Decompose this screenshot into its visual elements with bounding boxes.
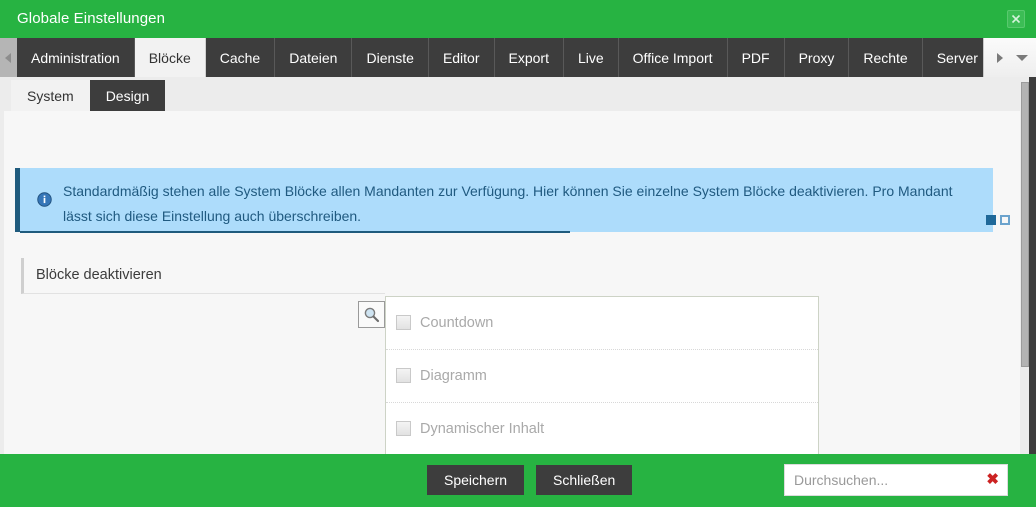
triangle-right-icon[interactable] [997,53,1003,63]
search-input[interactable] [785,465,975,495]
tab-label: Live [577,49,604,66]
list-item-label: Dynamischer Inhalt [420,421,544,437]
tab-label: Dateien [289,49,338,66]
close-button[interactable]: Schließen [536,465,633,495]
list-item-label: Countdown [420,315,493,331]
tab-proxy[interactable]: Proxy [784,38,850,77]
tab-editor[interactable]: Editor [428,38,495,77]
settings-window: Globale Einstellungen Administration Blö… [0,0,1036,507]
tab-label: PDF [741,49,770,66]
triangle-left-icon [5,53,11,63]
tab-administration[interactable]: Administration [17,38,135,77]
tab-label: Rechte [863,49,908,66]
close-window-button[interactable] [1007,10,1025,28]
info-banner-pager [986,215,1010,225]
info-banner-content: Standardmäßig stehen alle System Blöcke … [15,168,993,232]
info-banner-text: Standardmäßig stehen alle System Blöcke … [63,183,953,224]
tab-label: Administration [31,49,120,66]
tabstrip-overflow [983,38,1036,77]
info-circle-icon [37,192,52,207]
blocks-dropdown-list[interactable]: Countdown Diagramm Dynamischer Inhalt Fo… [385,296,819,454]
tab-dienste[interactable]: Dienste [352,38,429,77]
tab-label: Blöcke [148,49,191,66]
subtab-design[interactable]: Design [89,80,166,111]
list-item-text: Dynamischer Inhalt [420,421,545,437]
field-search-button[interactable] [358,301,385,328]
deactivate-blocks-field: Blöcke deaktivieren [21,258,385,294]
tab-cache[interactable]: Cache [205,38,276,77]
window-body: System Design Standardmäßig stehen alle … [0,77,1036,454]
footer-search-box: ✖ [784,464,1008,496]
tab-label: Export [508,49,549,66]
window-titlebar: Globale Einstellungen [0,0,1036,38]
magnifier-icon [364,307,380,323]
subtab-label: System [27,87,74,104]
subtabs: System Design [11,80,166,111]
tab-export[interactable]: Export [494,38,564,77]
tabstrip-scroll-left-button[interactable] [0,38,17,77]
window-title: Globale Einstellungen [17,10,166,27]
tabstrip-tabs: Administration Blöcke Cache Dateien Dien… [17,38,1036,77]
list-item-label: Diagramm [420,368,487,384]
tab-label: Editor [442,49,480,66]
tab-label: Office Import [632,49,713,66]
footer-actions: Speichern Schließen [427,465,633,495]
tab-dateien[interactable]: Dateien [275,38,353,77]
field-label-wrapper: Blöcke deaktivieren [21,258,385,294]
tab-rechte[interactable]: Rechte [849,38,923,77]
tab-label: Cache [219,49,261,66]
tab-office-import[interactable]: Office Import [618,38,728,77]
info-banner-progress [20,231,570,233]
list-item-text: Countdown [420,315,494,331]
field-label: Blöcke deaktivieren [36,267,162,283]
main-tabstrip: Administration Blöcke Cache Dateien Dien… [0,38,1036,77]
save-button[interactable]: Speichern [427,465,525,495]
close-icon [1011,14,1021,24]
list-item[interactable]: Diagramm [386,350,818,403]
tab-label: Proxy [798,49,835,66]
list-item-checkbox[interactable] [396,315,411,330]
clear-x-icon[interactable]: ✖ [986,472,999,487]
window-footer: Speichern Schließen ✖ [0,454,1036,507]
pager-dot-active[interactable] [986,215,996,225]
list-item[interactable]: Dynamischer Inhalt [386,403,818,454]
tab-label: Server [936,49,978,66]
page-scrollbar-thumb[interactable] [1021,82,1029,367]
list-item-checkbox[interactable] [396,421,411,436]
chevron-down-icon[interactable] [1016,55,1028,61]
list-item-checkbox[interactable] [396,368,411,383]
list-item[interactable]: Countdown [386,297,818,350]
tab-label: Dienste [366,49,414,66]
tab-pdf[interactable]: PDF [727,38,785,77]
list-item-text: Diagramm [420,368,487,384]
tab-bloecke[interactable]: Blöcke [134,38,206,77]
pager-dot[interactable] [1000,215,1010,225]
subtab-label: Design [105,87,150,104]
tab-live[interactable]: Live [563,38,619,77]
subtab-system[interactable]: System [11,80,90,111]
